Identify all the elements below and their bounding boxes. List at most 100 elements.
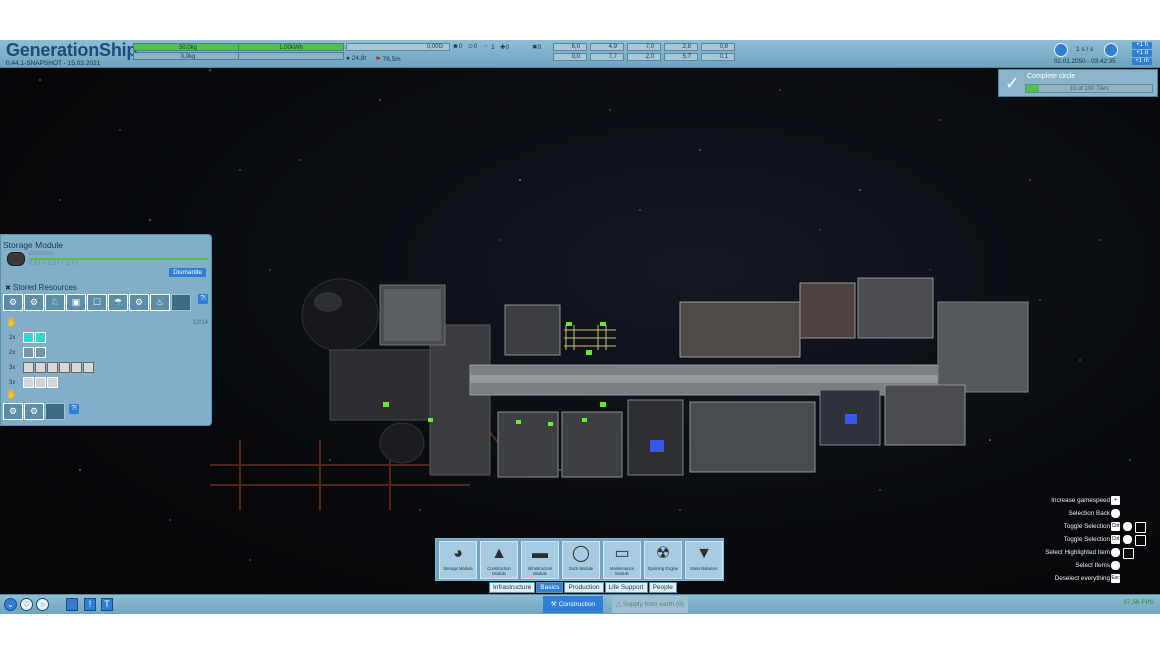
slot[interactable] <box>47 377 58 388</box>
resource-tile[interactable]: ⚙ <box>3 294 23 311</box>
equipment-tile[interactable]: ⚙ <box>24 403 44 420</box>
condition-values: 0,5 t + 1,2 t + 1,7 t <box>29 261 78 267</box>
build-dock-module[interactable]: ◯ Dock Module <box>562 541 600 579</box>
supply-from-earth-button[interactable]: △ Supply from earth (0) <box>612 596 688 613</box>
slot[interactable] <box>83 362 94 373</box>
stat-10-value: 0,1 <box>719 54 728 60</box>
medical-counter[interactable]: ✚0 <box>500 43 509 51</box>
slot[interactable] <box>59 362 70 373</box>
stat-5[interactable]: 0,8 <box>701 43 735 51</box>
game-datetime: 02.01.2050 - 03:42:35 <box>1054 58 1116 65</box>
resource-tile[interactable]: ⚙ <box>129 294 149 311</box>
gravity-stat[interactable]: 0,00G <box>346 43 450 51</box>
slot[interactable] <box>35 377 46 388</box>
repair-value: 1 <box>491 44 495 51</box>
alert-icon[interactable]: ! <box>66 598 78 611</box>
tab-people[interactable]: People <box>648 582 677 593</box>
rocket-icon: △ <box>616 601 622 608</box>
skip-day-button[interactable]: +1 d <box>1132 50 1152 57</box>
slot[interactable] <box>23 347 34 358</box>
distance-stat[interactable]: ⚑ 78,5m <box>375 55 401 63</box>
warning-icon[interactable]: ! <box>84 598 96 611</box>
camera-down-icon[interactable]: ⌄ <box>4 598 17 611</box>
stat-10[interactable]: 0,1 <box>701 53 735 61</box>
stat-9[interactable]: 5,7 <box>664 53 698 61</box>
resource-tile[interactable]: ▣ <box>66 294 86 311</box>
game-version: 0.44.1-SNAPSHOT - 15.03.2021 <box>6 60 101 67</box>
hotkey-hints: Increase gamespeed + Selection Back Toggl… <box>1000 494 1150 585</box>
tab-infrastructure[interactable]: Infrastructure <box>489 582 536 593</box>
build-construction-module[interactable]: ▲ Construction Module <box>480 541 518 579</box>
stat-4[interactable]: 2,8 <box>664 43 698 51</box>
stat-1[interactable]: 6,0 <box>553 43 587 51</box>
slot[interactable] <box>23 332 34 343</box>
slot[interactable] <box>35 347 46 358</box>
build-maintenance-module[interactable]: ▭ Maintenance Module <box>603 541 641 579</box>
circle-icon[interactable]: ○ <box>36 598 49 611</box>
empty-slot[interactable] <box>45 403 65 420</box>
stat-6[interactable]: 0,0 <box>553 53 587 61</box>
construction-mode-button[interactable]: ⚒ Construction <box>543 596 603 613</box>
slot[interactable] <box>23 362 34 373</box>
resource-tile[interactable]: ☐ <box>87 294 107 311</box>
goal-panel[interactable]: ✓ Complete circle 10 of 100 Tiles <box>998 69 1158 97</box>
tab-life-support[interactable]: Life Support <box>604 582 648 593</box>
hotkey-label: Increase gamespeed <box>1051 497 1110 504</box>
help-icon[interactable]: ?! <box>198 294 208 304</box>
hotkey-label: Selection Back <box>1068 510 1110 517</box>
tab-production[interactable]: Production <box>564 582 604 593</box>
resource-tile[interactable]: ☂ <box>108 294 128 311</box>
build-spinning-engine[interactable]: ☢ Spinning Engine <box>644 541 682 579</box>
maintenance-module-icon: ▭ <box>614 545 630 562</box>
pause-icon[interactable] <box>1054 43 1068 57</box>
death-value: 0 <box>537 44 542 51</box>
energy-capacity-bar[interactable] <box>238 52 344 60</box>
construction-module-icon: ▲ <box>491 545 507 562</box>
slot[interactable] <box>23 377 34 388</box>
slot[interactable] <box>71 362 82 373</box>
visitor-counter[interactable]: ☺0 <box>467 43 477 50</box>
stat-8[interactable]: 2,0 <box>627 53 661 61</box>
temperature-stat[interactable]: ● 24,8t <box>346 55 366 62</box>
repair-counter[interactable]: 🔧1 <box>483 43 495 51</box>
resource-tile[interactable]: ♨ <box>150 294 170 311</box>
mass-capacity-bar[interactable]: 0,0kg <box>133 52 243 60</box>
empty-slot[interactable] <box>171 294 191 311</box>
heart-icon[interactable]: ♡ <box>20 598 33 611</box>
stat-7[interactable]: 7,7 <box>590 53 624 61</box>
slot-row: 2x <box>9 330 95 345</box>
dismantle-button[interactable]: Dismantle <box>169 268 206 277</box>
skip-hour-button[interactable]: +1 h <box>1132 42 1152 49</box>
energy-bar[interactable]: 1,00kWh <box>238 43 344 51</box>
slot[interactable] <box>35 332 46 343</box>
resource-tile[interactable]: ⚙ <box>24 294 44 311</box>
build-infrastructure-module[interactable]: ▬ Infrastructure Module <box>521 541 559 579</box>
build-mass-balancer[interactable]: ▼ Mass Balancer <box>685 541 723 579</box>
tab-basics[interactable]: Basics <box>536 582 564 593</box>
goal-progress-text: 10 of 100 Tiles <box>1069 86 1109 92</box>
help-icon[interactable]: ?! <box>69 404 79 414</box>
fast-forward-icon[interactable] <box>1104 43 1118 57</box>
slot[interactable] <box>35 362 46 373</box>
slot-row: 3x <box>9 360 95 375</box>
mass-capacity-value: 0,0kg <box>180 54 196 60</box>
resource-tile[interactable]: ♘ <box>45 294 65 311</box>
hammer-icon: ⚒ <box>550 601 557 608</box>
crew-counter[interactable]: ☻0 <box>452 43 462 50</box>
row-multiplier: 3x <box>9 379 16 386</box>
build-storage-module[interactable]: ◕ Storage Module <box>439 541 477 579</box>
stat-3[interactable]: 7,0 <box>627 43 661 51</box>
bottom-toolbar: ⌄ ♡ ○ ! ! T ⚒ Construction △ Supply from… <box>0 594 1160 614</box>
hotkey-label: Toggle Selection <box>1063 523 1110 530</box>
skip-month-button[interactable]: +1 m <box>1132 58 1152 65</box>
stored-resources-title[interactable]: Stored Resources <box>5 283 77 292</box>
slot[interactable] <box>47 362 58 373</box>
mass-balancer-icon: ▼ <box>696 545 712 562</box>
stat-7-value: 7,7 <box>608 54 617 60</box>
tools-icon[interactable]: T <box>101 598 113 611</box>
mass-bar[interactable]: 50,0kg <box>133 43 243 51</box>
stat-2[interactable]: 4,9 <box>590 43 624 51</box>
equipment-tile[interactable]: ⚙ <box>3 403 23 420</box>
module-icon <box>7 252 25 266</box>
death-counter[interactable]: ✖0 <box>532 43 541 51</box>
